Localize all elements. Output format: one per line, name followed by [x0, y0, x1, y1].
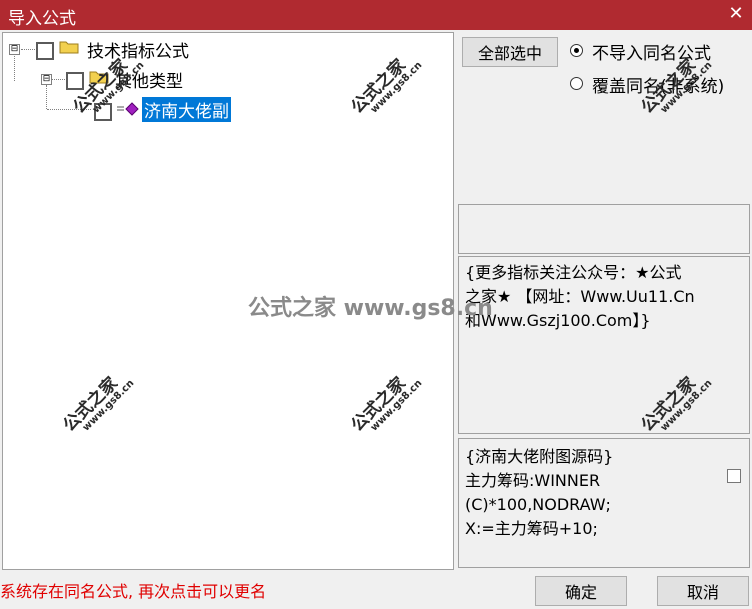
code-line: X:=主力筹码+10;: [465, 519, 598, 538]
formula-icon: [117, 102, 139, 116]
tree-collapse-icon[interactable]: ⊟: [9, 44, 20, 55]
tree-node-checkbox[interactable]: [66, 72, 84, 90]
description-line: {更多指标关注公众号：★公式: [465, 263, 682, 282]
tree-connector: [14, 54, 15, 81]
tree-node-checkbox[interactable]: [36, 42, 54, 60]
radio-skip-label[interactable]: 不导入同名公式: [592, 39, 711, 64]
code-line: {济南大佬附图源码}: [465, 447, 614, 466]
tree-node-label[interactable]: 技术指标公式: [87, 37, 189, 62]
radio-overwrite-label[interactable]: 覆盖同名(非系统): [592, 72, 724, 97]
tree-node-label-selected[interactable]: 济南大佬副: [142, 97, 231, 122]
close-icon[interactable]: ✕: [726, 2, 746, 26]
tree-connector: [21, 49, 35, 50]
description-line: 之家★ 【网址：Www.Uu11.Cn: [465, 287, 695, 306]
cancel-button[interactable]: 取消: [657, 576, 749, 606]
tree-connector: [51, 79, 65, 80]
code-text: {济南大佬附图源码} 主力筹码:WINNER (C)*100,NODRAW; X…: [465, 445, 613, 541]
tree-connector: [46, 85, 47, 109]
description-box[interactable]: {更多指标关注公众号：★公式 之家★ 【网址：Www.Uu11.Cn 和Www.…: [458, 256, 750, 434]
tree-node-label[interactable]: 其他类型: [115, 67, 183, 92]
import-options-panel: 全部选中 不导入同名公式 覆盖同名(非系统): [456, 32, 750, 202]
folder-icon: [59, 41, 79, 54]
window-title: 导入公式: [8, 9, 76, 29]
tree-collapse-icon[interactable]: ⊟: [41, 74, 52, 85]
code-checkbox[interactable]: [727, 469, 741, 483]
empty-info-box: [458, 204, 750, 254]
tree-node-checkbox[interactable]: [94, 103, 112, 121]
radio-overwrite-same-name[interactable]: [570, 77, 583, 90]
code-line: (C)*100,NODRAW;: [465, 495, 611, 514]
title-bar: 导入公式 ✕: [0, 0, 752, 30]
description-line: 和Www.Gszj100.Com】}: [465, 311, 651, 330]
code-preview-box[interactable]: {济南大佬附图源码} 主力筹码:WINNER (C)*100,NODRAW; X…: [458, 438, 750, 568]
ok-button[interactable]: 确定: [535, 576, 627, 606]
folder-icon: [89, 71, 109, 84]
status-message: 系统存在同名公式, 再次点击可以更名: [0, 582, 267, 601]
select-all-button[interactable]: 全部选中: [462, 37, 558, 67]
code-line: 主力筹码:WINNER: [465, 471, 601, 490]
tree-connector: [47, 109, 91, 110]
description-text: {更多指标关注公众号：★公式 之家★ 【网址：Www.Uu11.Cn 和Www.…: [465, 261, 695, 333]
radio-skip-same-name[interactable]: [570, 44, 583, 57]
formula-tree[interactable]: ⊟ 技术指标公式 ⊟ 其他类型 济南大佬副: [2, 32, 454, 570]
